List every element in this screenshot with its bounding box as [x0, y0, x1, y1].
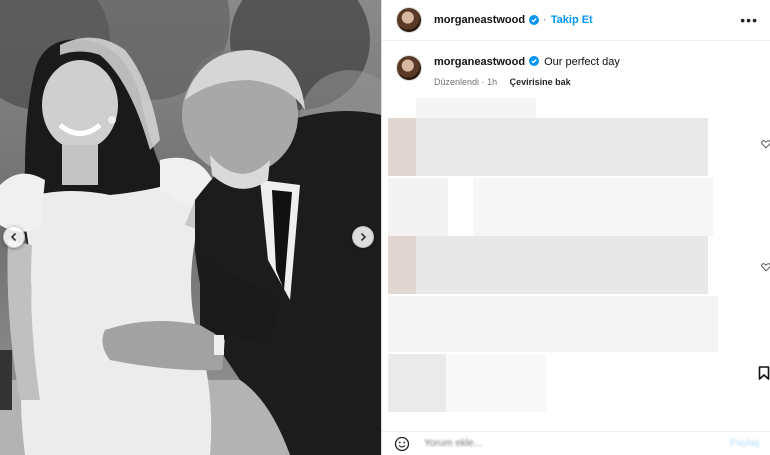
- comment-input[interactable]: [422, 437, 676, 450]
- blurred-avatar: [388, 118, 416, 176]
- more-options-button[interactable]: •••: [740, 12, 758, 28]
- blurred-cell: [388, 354, 446, 412]
- meta-separator: ·: [481, 77, 485, 87]
- caption-text: Our perfect day: [544, 56, 620, 68]
- avatar[interactable]: [396, 7, 422, 33]
- smiley-icon[interactable]: [394, 436, 410, 452]
- heart-icon[interactable]: [761, 262, 770, 272]
- verified-badge-icon: [529, 56, 540, 66]
- blurred-comment: [416, 118, 708, 176]
- comment-bar: Paylaş: [382, 431, 770, 455]
- blurred-cell: [388, 178, 448, 236]
- heart-icon[interactable]: [761, 139, 770, 149]
- caption-avatar[interactable]: [396, 55, 422, 81]
- blurred-comment: [416, 236, 708, 294]
- caption-username[interactable]: morganeastwood: [434, 56, 525, 68]
- previous-photo-button[interactable]: [3, 226, 25, 248]
- blurred-avatar: [388, 236, 416, 294]
- edited-label: Düzenlendi: [434, 77, 480, 87]
- post-header: morganeastwood · Takip Et •••: [382, 0, 770, 41]
- follow-button[interactable]: Takip Et: [551, 14, 593, 26]
- blurred-cell: [416, 98, 536, 118]
- chevron-right-icon: [360, 232, 367, 242]
- caption-row: morganeastwood Our perfect day Düzenlendi…: [382, 41, 770, 89]
- wedding-photo: [0, 0, 381, 455]
- caption: morganeastwood Our perfect day Düzenlendi…: [434, 55, 620, 89]
- bookmark-icon[interactable]: [758, 366, 770, 380]
- post-side-panel: morganeastwood · Takip Et ••• morganeast…: [381, 0, 770, 455]
- header-username[interactable]: morganeastwood: [434, 14, 525, 26]
- blurred-cell: [388, 296, 718, 352]
- post-comment-button[interactable]: Paylaş: [730, 438, 760, 449]
- caption-meta: Düzenlendi · 1h Çevirisine bak: [434, 75, 620, 89]
- blurred-cell: [446, 354, 546, 412]
- chevron-left-icon: [10, 232, 17, 242]
- time-ago: 1h: [487, 77, 498, 87]
- next-photo-button[interactable]: [352, 226, 374, 248]
- blurred-cell: [473, 178, 713, 236]
- blurred-comments: [388, 98, 770, 418]
- header-separator: ·: [543, 14, 547, 26]
- verified-badge-icon: [529, 15, 540, 25]
- post-photo[interactable]: [0, 0, 381, 455]
- see-translation-link[interactable]: Çevirisine bak: [510, 77, 571, 87]
